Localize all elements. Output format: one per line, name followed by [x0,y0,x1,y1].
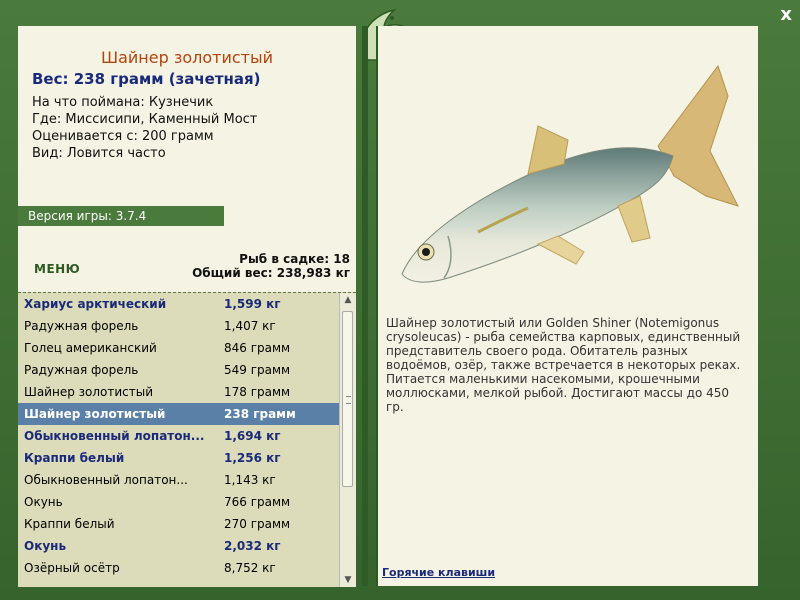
grip-icon [346,396,351,404]
fish-info: На что поймана: Кузнечик Где: Миссисипи,… [32,94,257,162]
catch-fish-name: Радужная форель [24,363,139,377]
golden-shiner-fish-image [401,64,739,283]
hotkeys-link[interactable]: Горячие клавиши [382,566,495,579]
catch-list-row[interactable]: Шайнер золотистый 178 грамм [18,381,340,403]
scroll-down-arrow-icon[interactable]: ▼ [341,573,355,587]
catch-fish-name: Окунь [24,539,67,553]
catch-list-row[interactable]: Обыкновенный лопатон... 1,143 кг [18,469,340,491]
fish-description: Шайнер золотистый или Golden Shiner (Not… [386,316,741,414]
catch-list[interactable]: Хариус арктический 1,599 кг Радужная форел… [18,293,340,587]
catch-list-row[interactable]: Голец американский 846 грамм [18,337,340,359]
fish-weight: Вес: 238 грамм (зачетная) [32,70,261,88]
location-line: Где: Миссисипи, Каменный Мост [32,112,258,127]
catch-fish-name: Окунь [24,495,63,509]
catch-fish-name: Краппи белый [24,451,125,465]
catch-fish-weight: 1,599 кг [224,297,281,311]
catch-fish-weight: 1,407 кг [224,319,276,333]
keepnet-total-weight: Общий вес: 238,983 кг [192,266,350,280]
bait-line: На что поймана: Кузнечик [32,95,214,110]
catch-list-row[interactable]: Окунь 766 грамм [18,491,340,513]
keepnet-count: Рыб в садке: 18 [239,252,350,266]
fish-name: Шайнер золотистый [100,48,274,67]
catch-fish-weight: 8,752 кг [224,561,276,575]
catch-details-panel: Шайнер золотистый Вес: 238 грамм (зачетн… [18,26,356,292]
valued-from-line: Оценивается с: 200 грамм [32,129,214,144]
fish-info-panel: Шайнер золотистый или Golden Shiner (Not… [376,26,758,586]
catch-fish-name: Шайнер золотистый [24,407,166,421]
catch-list-row[interactable]: Радужная форель 549 грамм [18,359,340,381]
catch-fish-weight: 270 грамм [224,517,291,531]
catch-fish-weight: 1,256 кг [224,451,281,465]
catch-fish-weight: 238 грамм [224,407,296,421]
catch-list-row[interactable]: Обыкновенный лопатон... 1,694 кг [18,425,340,447]
catch-fish-weight: 2,032 кг [224,539,281,553]
game-window: x Шайнер золотистый Вес: 238 грамм (заче… [0,0,800,600]
catch-fish-name: Обыкновенный лопатон... [24,473,188,487]
catch-fish-name: Шайнер золотистый [24,385,154,399]
catch-list-row[interactable]: Окунь 2,032 кг [18,535,340,557]
frequency-line: Вид: Ловится часто [32,146,166,161]
catch-fish-weight: 178 грамм [224,385,291,399]
catch-fish-weight: 1,694 кг [224,429,281,443]
catch-list-row[interactable]: Краппи белый 1,256 кг [18,447,340,469]
catch-list-row-selected[interactable]: Шайнер золотистый 238 грамм [18,403,340,425]
menu-button[interactable]: МЕНЮ [34,262,80,276]
keepnet-summary: Рыб в садке: 18 Общий вес: 238,983 кг [192,252,350,280]
catch-fish-name: Радужная форель [24,319,139,333]
catch-list-row[interactable]: Краппи белый 270 грамм [18,513,340,535]
catch-fish-weight: 766 грамм [224,495,291,509]
scrollbar-thumb[interactable] [342,311,353,487]
catch-fish-name: Обыкновенный лопатон... [24,429,205,443]
catch-list-panel: Хариус арктический 1,599 кг Радужная форел… [18,292,356,587]
catch-fish-name: Озёрный осётр [24,561,120,575]
catch-fish-name: Голец американский [24,341,157,355]
game-version-label: Версия игры: 3.7.4 [18,206,224,226]
catch-fish-weight: 846 грамм [224,341,291,355]
close-button[interactable]: x [780,4,792,25]
panel-divider [362,26,368,586]
list-scrollbar[interactable]: ▲ ▼ [339,293,356,587]
catch-list-row[interactable]: Озёрный осётр 8,752 кг [18,557,340,579]
catch-fish-name: Хариус арктический [24,297,167,311]
scroll-up-arrow-icon[interactable]: ▲ [341,293,355,307]
catch-list-row[interactable]: Радужная форель 1,407 кг [18,315,340,337]
catch-fish-weight: 1,143 кг [224,473,276,487]
catch-list-row[interactable]: Хариус арктический 1,599 кг [18,293,340,315]
catch-fish-weight: 549 грамм [224,363,291,377]
catch-fish-name: Краппи белый [24,517,115,531]
